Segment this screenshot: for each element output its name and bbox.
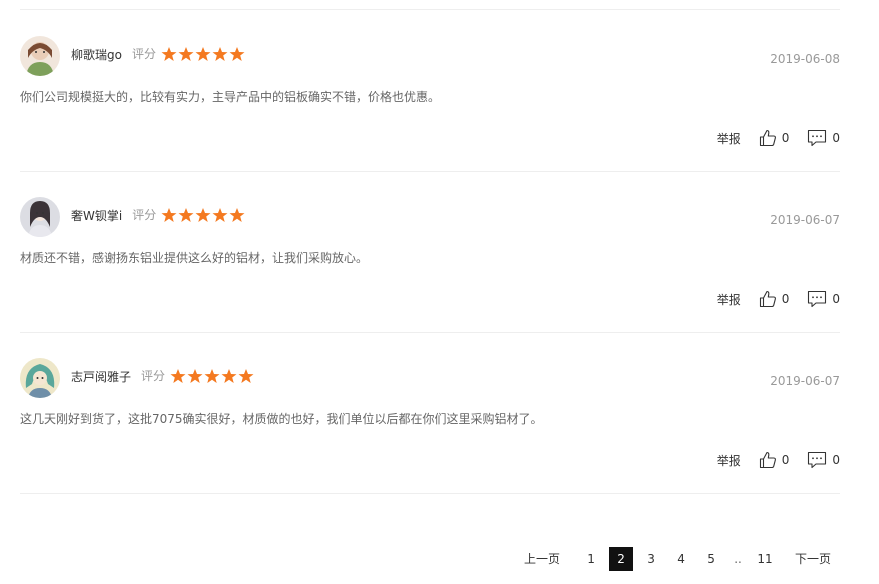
rating-label: 评分: [132, 208, 157, 222]
page-button-4[interactable]: 4: [669, 547, 693, 571]
star-icon: [161, 208, 177, 222]
review-actions: 举报 0 0: [717, 288, 840, 310]
like-count: 0: [781, 453, 790, 467]
avatar[interactable]: [20, 36, 60, 76]
comment-count: 0: [832, 131, 840, 145]
avatar[interactable]: [20, 358, 60, 398]
review-date: 2019-06-07: [770, 374, 840, 388]
review-actions: 举报 0 0: [717, 127, 840, 149]
review-header: 志戸阅雅子 评分: [71, 368, 254, 384]
next-page-button[interactable]: 下一页: [789, 547, 837, 571]
comment-button[interactable]: 0: [807, 290, 840, 308]
review-item: 柳歌瑞go 评分 2019-06-08 你们公司规模挺大的，比较有实力，主导产品…: [20, 10, 840, 172]
review-content: 材质还不错，感谢扬东铝业提供这么好的铝材，让我们采购放心。: [20, 251, 369, 265]
rating-stars: [161, 207, 245, 223]
star-icon: [178, 47, 194, 61]
star-icon: [229, 208, 245, 222]
username[interactable]: 柳歌瑞go: [71, 46, 122, 63]
comment-icon: [808, 290, 827, 308]
star-icon: [170, 369, 186, 383]
review-header: 柳歌瑞go 评分: [71, 46, 245, 62]
report-link[interactable]: 举报: [717, 130, 741, 147]
page-button-3[interactable]: 3: [639, 547, 663, 571]
page-button-2[interactable]: 2: [609, 547, 634, 571]
review-date: 2019-06-07: [770, 213, 840, 227]
comment-icon: [808, 451, 827, 469]
page-button-1[interactable]: 1: [579, 547, 603, 571]
review-item: 奢W钡掌i 评分 2019-06-07 材质还不错，感谢扬东铝业提供这么好的铝材…: [20, 171, 840, 333]
thumbs-up-icon: [759, 129, 776, 147]
username[interactable]: 志戸阅雅子: [71, 368, 131, 385]
page-button-5[interactable]: 5: [699, 547, 723, 571]
star-icon: [195, 47, 211, 61]
pagination: 上一页 1 2 3 4 5 .. 11 下一页: [518, 547, 837, 571]
review-header: 奢W钡掌i 评分: [71, 207, 245, 223]
star-icon: [178, 208, 194, 222]
comment-button[interactable]: 0: [807, 129, 840, 147]
star-icon: [229, 47, 245, 61]
report-link[interactable]: 举报: [717, 452, 741, 469]
star-icon: [204, 369, 220, 383]
review-content: 你们公司规模挺大的，比较有实力，主导产品中的铝板确实不错，价格也优惠。: [20, 90, 441, 104]
page-ellipsis: ..: [734, 552, 742, 566]
review-actions: 举报 0 0: [717, 449, 840, 471]
review-date: 2019-06-08: [770, 52, 840, 66]
star-icon: [238, 369, 254, 383]
star-icon: [161, 47, 177, 61]
star-icon: [195, 208, 211, 222]
prev-page-button[interactable]: 上一页: [518, 547, 566, 571]
thumbs-up-icon: [759, 290, 776, 308]
review-content: 这几天刚好到货了，这批7075确实很好，材质做的也好，我们单位以后都在你们这里采…: [20, 412, 543, 426]
report-link[interactable]: 举报: [717, 291, 741, 308]
star-icon: [221, 369, 237, 383]
review-item: 志戸阅雅子 评分 2019-06-07 这几天刚好到货了，这批7075确实很好，…: [20, 332, 840, 494]
like-button[interactable]: 0: [759, 290, 790, 308]
comment-count: 0: [832, 292, 840, 306]
like-button[interactable]: 0: [759, 129, 790, 147]
rating-label: 评分: [131, 47, 156, 61]
page-button-last[interactable]: 11: [753, 547, 777, 571]
comment-count: 0: [832, 453, 840, 467]
rating-stars: [170, 368, 254, 384]
rating-stars: [161, 46, 245, 62]
comment-icon: [808, 129, 827, 147]
like-button[interactable]: 0: [759, 451, 790, 469]
star-icon: [212, 208, 228, 222]
rating-label: 评分: [141, 369, 166, 383]
like-count: 0: [781, 131, 790, 145]
star-icon: [212, 47, 228, 61]
star-icon: [187, 369, 203, 383]
avatar[interactable]: [20, 197, 60, 237]
username[interactable]: 奢W钡掌i: [71, 207, 122, 224]
comment-button[interactable]: 0: [807, 451, 840, 469]
thumbs-up-icon: [759, 451, 776, 469]
like-count: 0: [781, 292, 790, 306]
